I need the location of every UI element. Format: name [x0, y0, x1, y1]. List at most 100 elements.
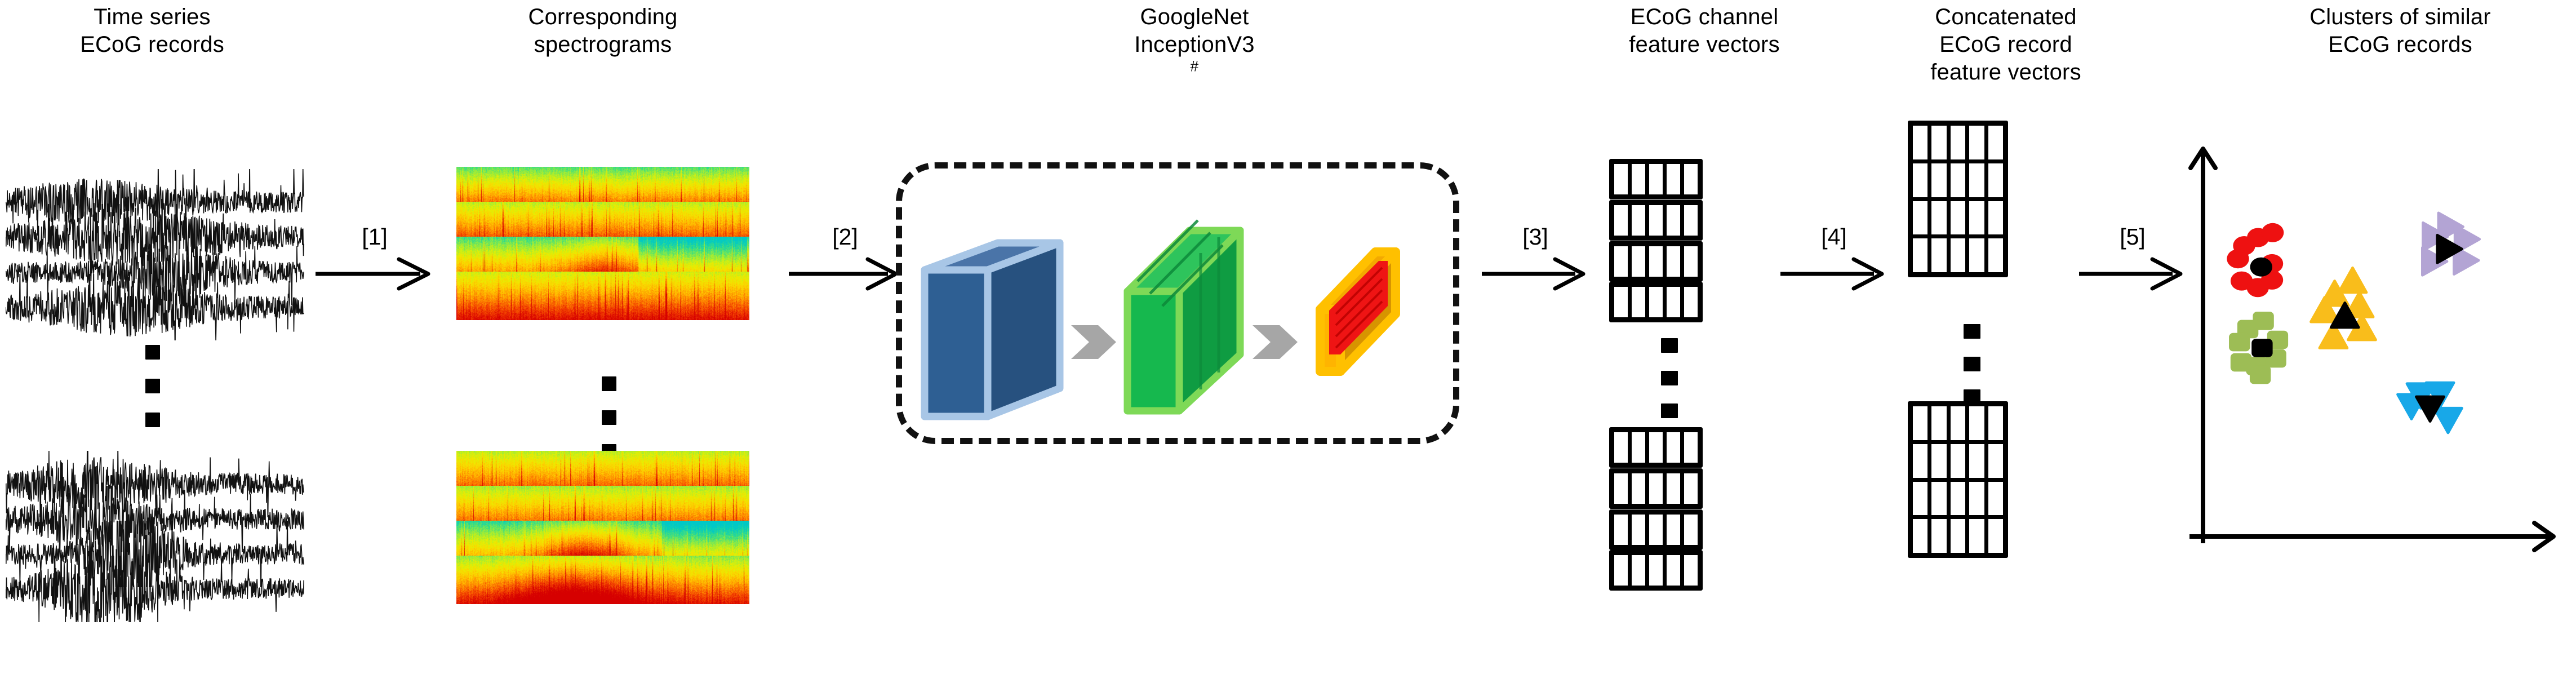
vector-cell: [1951, 519, 1970, 553]
step-3-label: [3]: [1522, 224, 1548, 250]
step-4-arrow: [1780, 257, 1887, 294]
scatter-clusters: [2227, 211, 2481, 434]
title-line-text: InceptionV3: [1134, 32, 1255, 57]
step-4-group: [4]: [1780, 225, 1887, 293]
step-5-label: [5]: [2120, 224, 2146, 250]
vector-cell: [1951, 201, 1970, 235]
cluster-point: [2229, 332, 2250, 352]
vector-cell: [1684, 515, 1698, 545]
vector-cell: [1951, 481, 1970, 516]
vector-cell: [1684, 164, 1698, 194]
title-line: Time series: [94, 5, 211, 29]
vector-row: [1913, 481, 2003, 520]
step-3-arrow: [1482, 257, 1589, 294]
step-3-group: [3]: [1482, 225, 1589, 293]
vector-cell: [1614, 164, 1632, 194]
vector-cell: [1951, 444, 1970, 478]
vector-cell: [1913, 481, 1932, 516]
cnn-block-stack: [902, 168, 1453, 438]
cnn-connector-2: [1253, 325, 1298, 359]
cluster-centroid: [2251, 339, 2273, 357]
vector-cell: [1614, 287, 1632, 317]
channel-feature-vector: [1609, 241, 1703, 282]
column-title-cnn: GoogleNet InceptionV3 #: [1037, 3, 1352, 86]
vector-cell: [1614, 246, 1632, 277]
channel-feature-vector: [1609, 427, 1703, 468]
title-line: feature vectors: [1629, 32, 1780, 57]
step-5-arrow: [2079, 257, 2186, 294]
vector-cell: [1614, 555, 1632, 586]
vector-cell: [1969, 126, 1988, 159]
vector-cell: [1951, 163, 1970, 197]
vector-cell: [1951, 126, 1970, 159]
vector-cell: [1969, 444, 1988, 478]
vector-cell: [1632, 205, 1649, 236]
ecog-trace: [6, 556, 304, 622]
vector-cell: [1969, 163, 1988, 197]
vector-cell: [1931, 126, 1951, 159]
vector-cell: [1969, 406, 1988, 440]
vector-cell: [1988, 519, 2003, 553]
title-line: ECoG channel: [1630, 5, 1779, 29]
vector-cell: [1632, 164, 1649, 194]
title-line: Corresponding: [528, 5, 678, 29]
cnn-connector-1: [1071, 325, 1116, 359]
vector-cell: [1667, 246, 1684, 277]
vector-cell: [1649, 473, 1667, 504]
step-2-arrow: [789, 257, 901, 294]
vector-cell: [1649, 432, 1667, 463]
vector-cell: [1649, 205, 1667, 236]
vector-cell: [1913, 238, 1932, 272]
vector-cell: [1667, 287, 1684, 317]
cnn-feature-vector: [1316, 247, 1400, 376]
vector-cell: [1614, 473, 1632, 504]
vector-cell: [1931, 238, 1951, 272]
vector-cell: [1632, 432, 1649, 463]
vector-cell: [1632, 246, 1649, 277]
vector-cell: [1667, 432, 1684, 463]
title-line: Concatenated: [1935, 5, 2077, 29]
vector-cell: [1649, 287, 1667, 317]
vector-row: [1913, 163, 2003, 201]
vector-row: [1913, 406, 2003, 444]
vector-cell: [1988, 444, 2003, 478]
vector-cell: [1649, 515, 1667, 545]
vector-cell: [1614, 432, 1632, 463]
vector-cell: [1667, 473, 1684, 504]
vector-cell: [1913, 444, 1932, 478]
vector-cell: [1684, 432, 1698, 463]
record-feature-vector: [1908, 121, 2008, 277]
title-line-inception: InceptionV3 #: [1037, 31, 1352, 86]
vector-cell: [1931, 444, 1951, 478]
channel-feature-vector: [1609, 509, 1703, 550]
vector-cell: [1684, 205, 1698, 236]
cluster-point: [2253, 312, 2274, 330]
vector-cell: [1684, 287, 1698, 317]
vector-cell: [1969, 201, 1988, 235]
title-line: spectrograms: [534, 32, 672, 57]
title-line: feature vectors: [1930, 59, 2081, 85]
vector-cell: [1684, 246, 1698, 277]
vector-cell: [1951, 238, 1970, 272]
title-line: ECoG record: [1939, 32, 2072, 57]
vector-cell: [1969, 238, 1988, 272]
channel-feature-vector: [1609, 282, 1703, 322]
vector-row: [1913, 201, 2003, 239]
step-2-label: [2]: [832, 224, 858, 250]
title-line: GoogleNet: [1140, 5, 1249, 29]
vector-cell: [1684, 473, 1698, 504]
cluster-centroid: [2250, 257, 2272, 277]
channel-feature-vector: [1609, 200, 1703, 241]
vector-cell: [1988, 406, 2003, 440]
cluster-point: [2227, 249, 2249, 269]
cnn-model-box: [896, 162, 1459, 444]
vector-cell: [1913, 163, 1932, 197]
vector-cell: [1667, 515, 1684, 545]
vector-cell: [1667, 555, 1684, 586]
vector-cell: [1632, 515, 1649, 545]
vector-cell: [1614, 205, 1632, 236]
step-4-label: [4]: [1821, 224, 1847, 250]
ecog-trace: [6, 274, 304, 340]
cluster-scatter-plot: [2186, 135, 2569, 564]
column-title-record-vectors: Concatenated ECoG record feature vectors: [1859, 3, 2152, 86]
